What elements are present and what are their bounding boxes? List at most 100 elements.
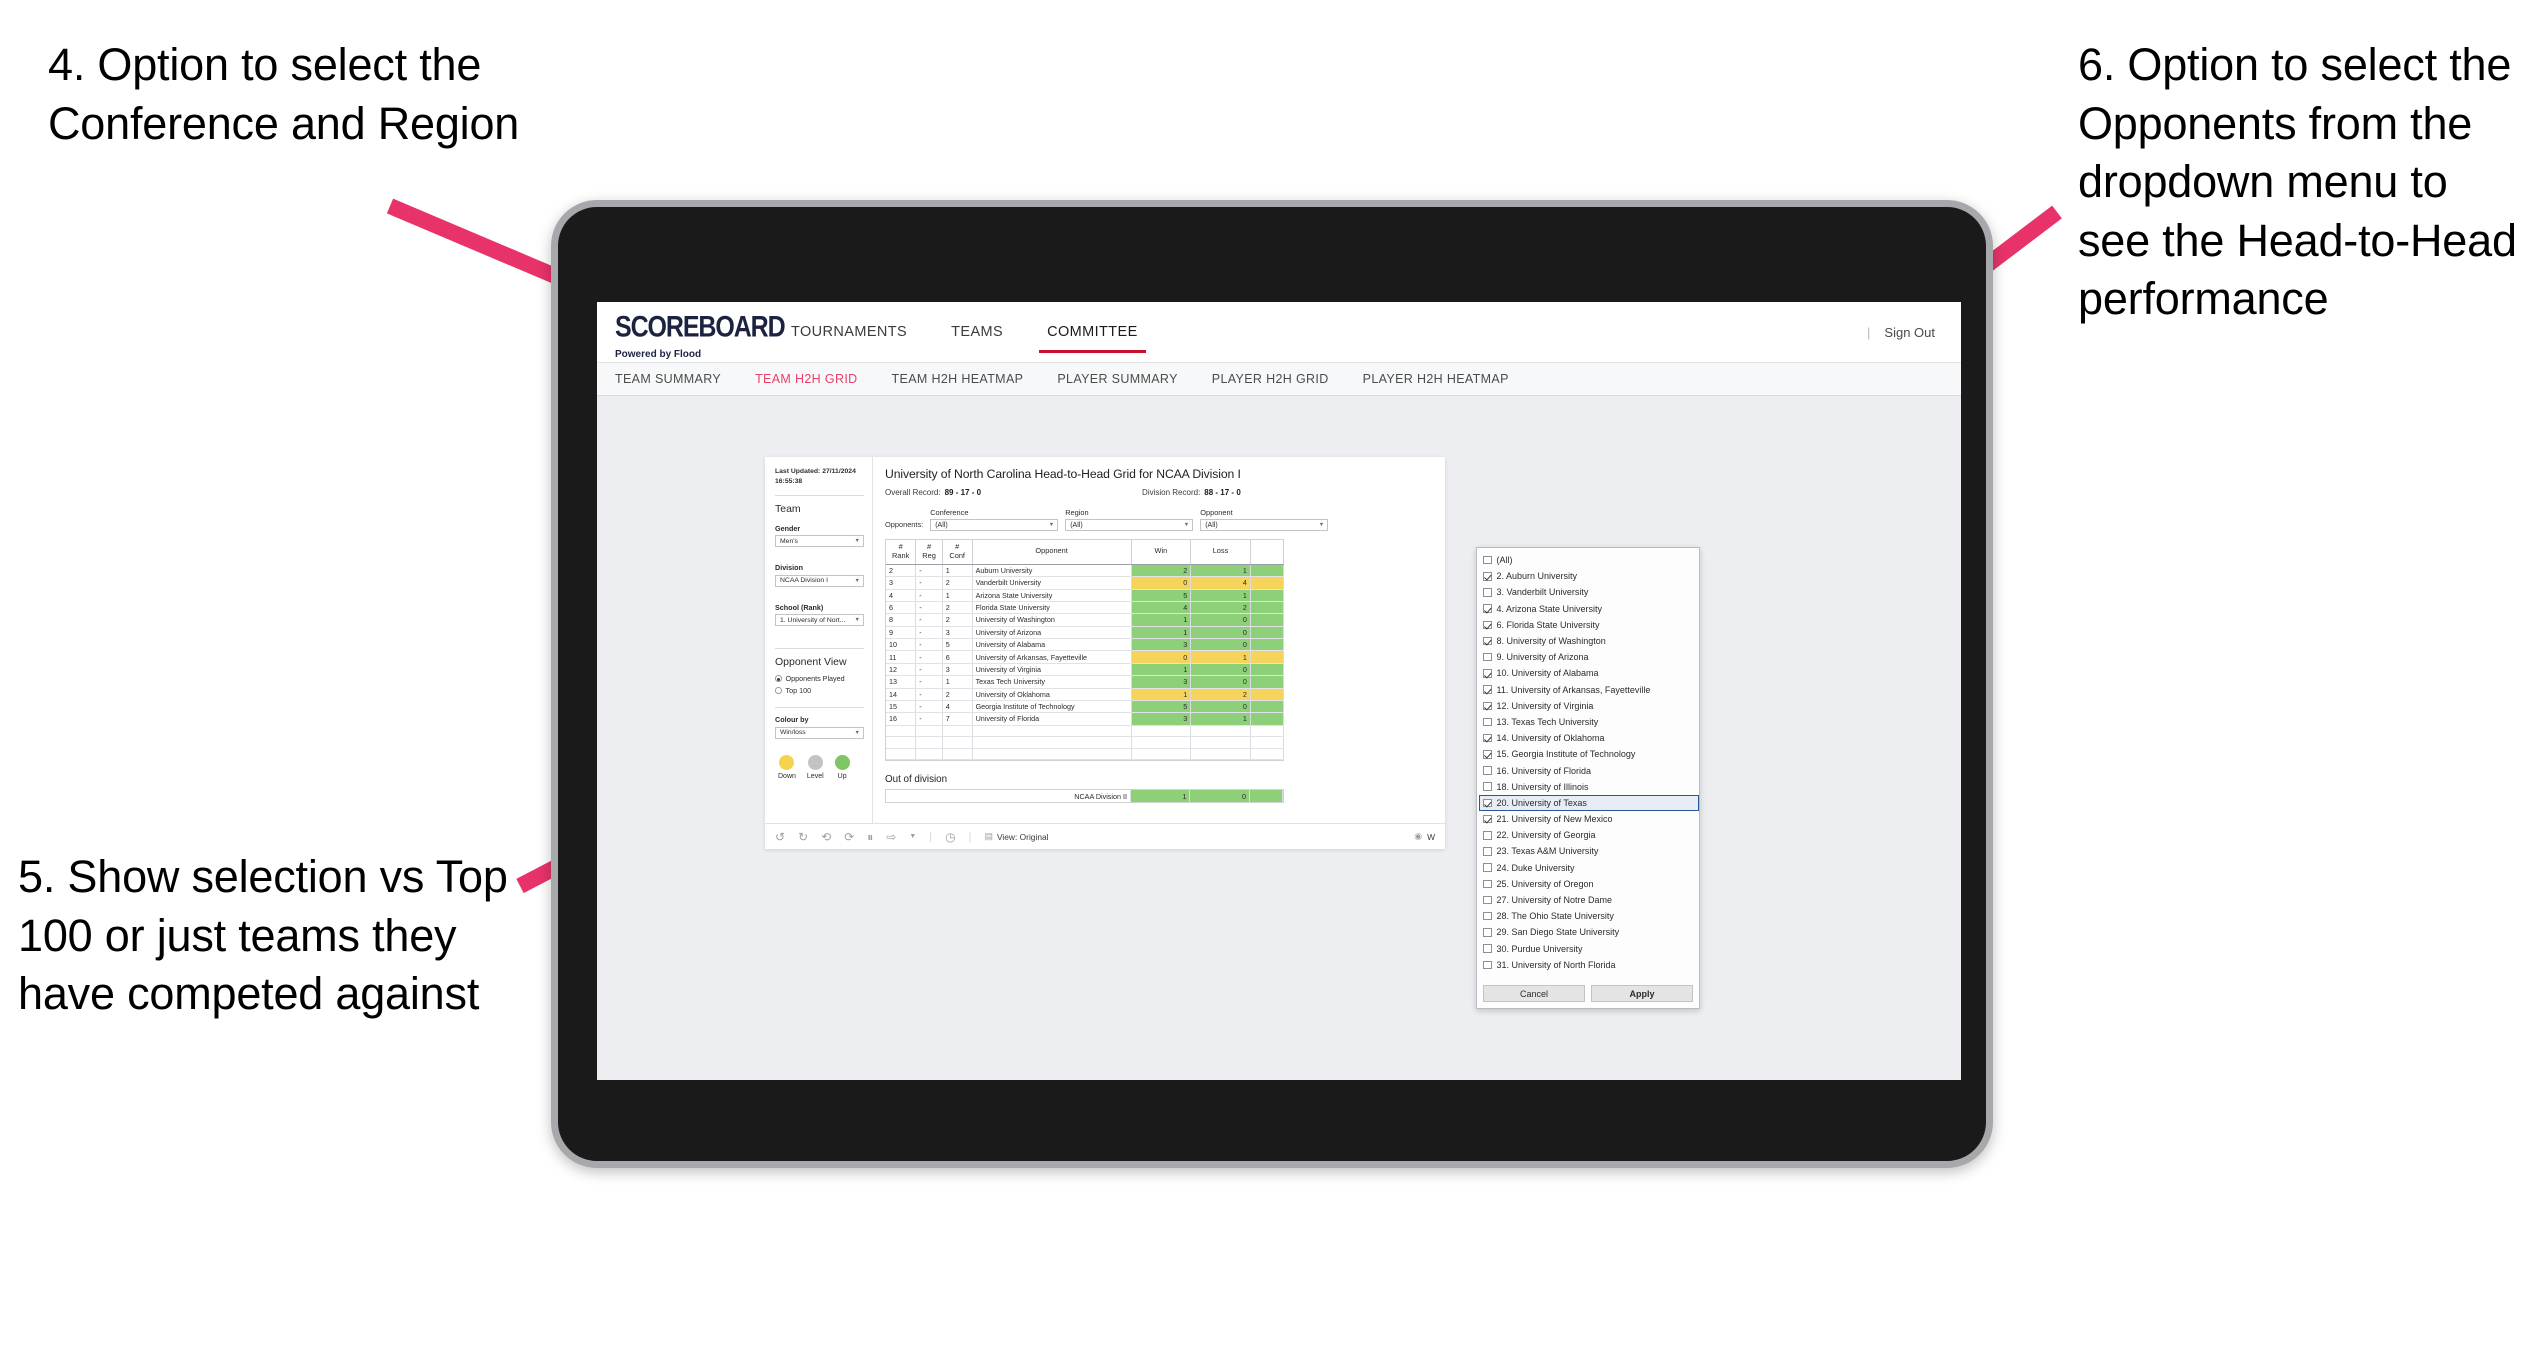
opponent-option[interactable]: 12. University of Virginia — [1479, 698, 1699, 714]
checkbox-icon[interactable] — [1483, 620, 1492, 630]
subnav-player-summary[interactable]: PLAYER SUMMARY — [1057, 372, 1177, 386]
opponent-option[interactable]: 24. Duke University — [1479, 860, 1699, 876]
nav-committee[interactable]: COMMITTEE — [1025, 302, 1160, 362]
opponent-option[interactable]: 9. University of Arizona — [1479, 649, 1699, 665]
opponent-option[interactable]: 3. Vanderbilt University — [1479, 584, 1699, 600]
opponent-option[interactable]: 8. University of Washington — [1479, 633, 1699, 649]
history-icon[interactable]: ◷ — [945, 831, 955, 843]
cell-pad — [1250, 700, 1285, 714]
checkbox-icon[interactable] — [1483, 701, 1492, 711]
table-row: 10-5 University of Alabama 3 0 — [886, 638, 1285, 652]
checkbox-icon[interactable] — [1483, 669, 1492, 678]
undo-icon[interactable]: ↺ — [775, 831, 785, 843]
subnav-team-h2h-grid[interactable]: TEAM H2H GRID — [755, 372, 857, 386]
radio-opponents-played[interactable]: Opponents Played — [775, 674, 864, 683]
refresh-icon[interactable]: ⟳ — [844, 831, 854, 843]
opponent-option[interactable]: 20. University of Texas — [1479, 794, 1699, 811]
last-updated-text: Last Updated: 27/11/2024 16:55:38 — [775, 468, 856, 485]
checkbox-icon[interactable] — [1483, 750, 1492, 759]
apply-button[interactable]: Apply — [1591, 985, 1693, 1002]
brand-logo[interactable]: SCOREBOARD Powered by Flood — [597, 302, 786, 362]
cell-rank: 13 — [886, 675, 917, 689]
opponent-option[interactable]: 6. Florida State University — [1479, 617, 1699, 633]
table-row: 16-7 University of Florida 3 1 — [886, 712, 1285, 726]
share-icon[interactable]: ⇨ — [886, 831, 896, 843]
opponent-option[interactable]: 30. Purdue University — [1479, 941, 1699, 957]
opponent-option[interactable]: 10. University of Alabama — [1479, 665, 1699, 681]
radio-top-100[interactable]: Top 100 — [775, 686, 864, 695]
checkbox-icon[interactable] — [1483, 572, 1492, 581]
checkbox-icon[interactable] — [1483, 895, 1492, 905]
redo-icon[interactable]: ↻ — [798, 831, 808, 843]
view-original-button[interactable]: ▤ View: Original — [984, 832, 1048, 842]
opponent-dropdown-panel[interactable]: (All) 2. Auburn University 3. Vanderbilt U… — [1476, 547, 1700, 1009]
cell-loss: 2 — [1190, 688, 1251, 701]
legend-down-label: Down — [778, 772, 796, 780]
checkbox-icon[interactable] — [1483, 717, 1492, 727]
chevron-down-icon[interactable]: ▼ — [909, 833, 916, 840]
checkbox-icon[interactable] — [1483, 928, 1492, 937]
cell-reg: - — [915, 576, 943, 590]
checkbox-icon[interactable] — [1483, 782, 1492, 791]
opponent-option[interactable]: 29. San Diego State University — [1479, 924, 1699, 940]
checkbox-icon[interactable] — [1483, 814, 1492, 824]
opponent-option[interactable]: 22. University of Georgia — [1479, 827, 1699, 843]
opponent-option[interactable]: 28. The Ohio State University — [1479, 908, 1699, 924]
checkbox-icon[interactable] — [1483, 798, 1492, 808]
nav-teams[interactable]: TEAMS — [929, 302, 1025, 362]
division-select[interactable]: NCAA Division I ▼ — [775, 574, 864, 587]
opponent-option[interactable]: (All) — [1479, 552, 1699, 568]
opponent-option[interactable]: 11. University of Arkansas, Fayetteville — [1479, 682, 1699, 698]
checkbox-icon[interactable] — [1483, 831, 1492, 840]
checkbox-icon[interactable] — [1483, 685, 1492, 694]
checkbox-icon[interactable] — [1483, 652, 1492, 662]
opponent-option[interactable]: 23. Texas A&M University — [1479, 843, 1699, 859]
checkbox-icon[interactable] — [1483, 604, 1492, 613]
school-rank-select[interactable]: 1. University of Nort... ▼ — [775, 614, 864, 627]
checkbox-icon[interactable] — [1483, 863, 1492, 872]
opponent-option[interactable]: 14. University of Oklahoma — [1479, 730, 1699, 746]
radio-icon — [775, 687, 782, 694]
opponent-option[interactable]: 4. Arizona State University — [1479, 601, 1699, 617]
subnav-team-h2h-heatmap[interactable]: TEAM H2H HEATMAP — [892, 372, 1024, 386]
opponent-option[interactable]: 18. University of Illinois — [1479, 779, 1699, 795]
cancel-button[interactable]: Cancel — [1483, 985, 1585, 1002]
checkbox-icon[interactable] — [1483, 733, 1492, 743]
opponent-option[interactable]: 27. University of Notre Dame — [1479, 892, 1699, 908]
opponent-option[interactable]: 2. Auburn University — [1479, 568, 1699, 584]
checkbox-icon[interactable] — [1483, 766, 1492, 775]
checkbox-icon[interactable] — [1483, 636, 1492, 646]
opponent-options-list[interactable]: (All) 2. Auburn University 3. Vanderbilt U… — [1477, 548, 1699, 980]
pause-icon[interactable]: ⏸ — [867, 831, 873, 843]
checkbox-icon[interactable] — [1483, 555, 1492, 565]
nav-tournaments[interactable]: TOURNAMENTS — [769, 302, 929, 362]
opponent-option[interactable]: 15. Georgia Institute of Technology — [1479, 746, 1699, 762]
opponent-option-label: 4. Arizona State University — [1496, 603, 1603, 614]
opponent-option[interactable]: 31. University of North Florida — [1479, 957, 1699, 973]
cell-conf: 2 — [942, 601, 973, 615]
subnav-player-h2h-grid[interactable]: PLAYER H2H GRID — [1212, 372, 1329, 386]
checkbox-icon[interactable] — [1483, 847, 1492, 856]
toolbar-divider-2: | — [968, 830, 972, 843]
checkbox-icon[interactable] — [1483, 879, 1492, 889]
opponent-option[interactable]: 13. Texas Tech University — [1479, 714, 1699, 730]
checkbox-icon[interactable] — [1483, 588, 1492, 597]
opponent-select[interactable]: (All) ▼ — [1200, 519, 1329, 531]
region-select[interactable]: (All) ▼ — [1065, 519, 1194, 531]
conference-select[interactable]: (All) ▼ — [930, 519, 1059, 531]
gender-select[interactable]: Men's ▼ — [775, 535, 864, 548]
colour-by-select[interactable]: Win/loss ▼ — [775, 726, 864, 739]
checkbox-icon[interactable] — [1483, 944, 1492, 953]
checkbox-icon[interactable] — [1483, 911, 1492, 921]
cell-conf: 6 — [942, 650, 973, 664]
eye-icon[interactable]: ◉ — [1414, 832, 1422, 841]
subnav-team-summary[interactable]: TEAM SUMMARY — [615, 372, 721, 386]
revert-icon[interactable]: ⟲ — [821, 831, 831, 843]
subnav-player-h2h-heatmap[interactable]: PLAYER H2H HEATMAP — [1363, 372, 1509, 386]
checkbox-icon[interactable] — [1483, 960, 1492, 970]
opponent-option[interactable]: 16. University of Florida — [1479, 762, 1699, 778]
opponent-option[interactable]: 21. University of New Mexico — [1479, 811, 1699, 827]
signout-link[interactable]: Sign Out — [1884, 325, 1935, 340]
opponent-option[interactable]: 25. University of Oregon — [1479, 876, 1699, 892]
cell-empty — [1130, 736, 1192, 749]
